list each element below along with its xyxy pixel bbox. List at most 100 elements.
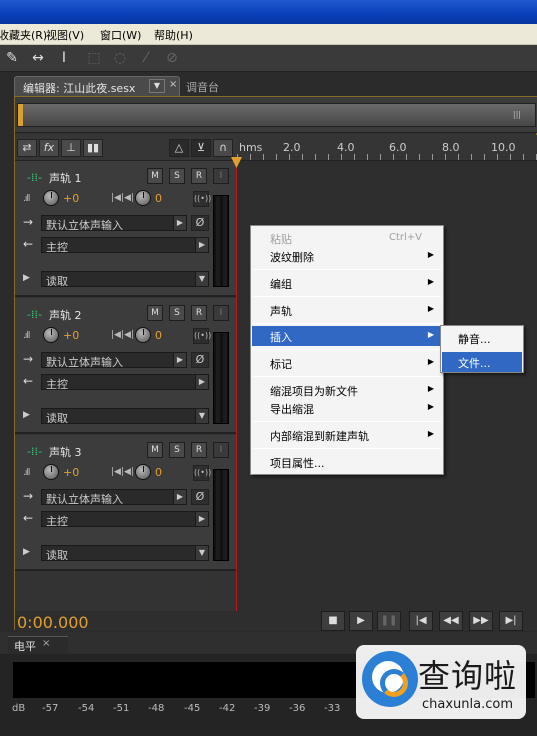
pan-knob[interactable] xyxy=(135,464,151,480)
tab-dropdown-icon[interactable]: ▼ xyxy=(149,79,165,93)
input-expand-icon[interactable]: ▶ xyxy=(173,352,187,368)
go-to-start-icon[interactable]: |◀ xyxy=(409,611,433,631)
automation-mode-select[interactable]: 读取 xyxy=(41,545,209,561)
time-selection-tool-icon[interactable]: I xyxy=(54,49,74,67)
menu-favorites[interactable]: 收藏夹(R) xyxy=(0,27,47,43)
fx-power-icon[interactable]: ((•)) xyxy=(193,465,211,481)
menu-item-mixdown-new-file[interactable]: 缩混项目为新文件 ▶ xyxy=(252,380,442,400)
volume-knob[interactable] xyxy=(43,327,59,343)
solo-button[interactable]: S xyxy=(169,168,185,184)
automation-expand-icon[interactable]: ▶ xyxy=(23,547,30,557)
spectral-pitch-icon[interactable]: ✎ xyxy=(2,49,22,67)
volume-knob[interactable] xyxy=(43,464,59,480)
volume-knob[interactable] xyxy=(43,190,59,206)
monitor-input-button[interactable]: I xyxy=(213,168,229,184)
track-name[interactable]: 声轨 3 xyxy=(49,444,82,460)
track-name[interactable]: 声轨 1 xyxy=(49,170,82,186)
fx-power-icon[interactable]: ((•)) xyxy=(193,328,211,344)
record-arm-button[interactable]: R xyxy=(191,305,207,321)
menu-item-track[interactable]: 声轨 ▶ xyxy=(252,300,442,320)
record-arm-button[interactable]: R xyxy=(191,168,207,184)
menu-item-session-properties[interactable]: 项目属性... xyxy=(252,452,442,472)
eq-icon[interactable]: ▮▮ xyxy=(83,139,103,157)
move-tool-icon[interactable]: ↔ xyxy=(28,49,48,67)
phase-invert-icon[interactable]: Ø xyxy=(191,215,209,231)
menu-item-group[interactable]: 编组 ▶ xyxy=(252,273,442,293)
menu-item-marker[interactable]: 标记 ▶ xyxy=(252,353,442,373)
output-select[interactable]: 主控 xyxy=(41,374,209,390)
navigator-handle[interactable] xyxy=(18,104,23,126)
phase-invert-icon[interactable]: Ø xyxy=(191,352,209,368)
record-arm-button[interactable]: R xyxy=(191,442,207,458)
input-select[interactable]: 默认立体声输入 xyxy=(41,215,187,231)
automation-expand-icon[interactable]: ▶ xyxy=(23,410,30,420)
pan-value[interactable]: 0 xyxy=(155,192,162,205)
menu-help[interactable]: 帮助(H) xyxy=(154,27,193,43)
output-select[interactable]: 主控 xyxy=(41,237,209,253)
output-select[interactable]: 主控 xyxy=(41,511,209,527)
tab-close-icon[interactable]: × xyxy=(169,79,177,90)
input-expand-icon[interactable]: ▶ xyxy=(173,489,187,505)
phase-invert-icon[interactable]: Ø xyxy=(191,489,209,505)
solo-button[interactable]: S xyxy=(169,305,185,321)
menu-item-insert[interactable]: 插入 ▶ xyxy=(252,326,442,346)
monitor-input-button[interactable]: I xyxy=(213,442,229,458)
tab-editor[interactable]: 编辑器: 江山此夜.sesx ▼ × xyxy=(14,76,180,96)
solo-button[interactable]: S xyxy=(169,442,185,458)
output-expand-icon[interactable]: ▶ xyxy=(195,511,209,527)
automation-dropdown-icon[interactable]: ▼ xyxy=(195,545,209,561)
snap-icon[interactable]: ⊻ xyxy=(191,139,211,157)
pan-knob[interactable] xyxy=(135,190,151,206)
inputs-outputs-icon[interactable]: ⇄ xyxy=(17,139,37,157)
headphones-icon[interactable]: ∩ xyxy=(213,139,233,157)
menu-item-bounce-to-new-track[interactable]: 内部缩混到新建声轨 ▶ xyxy=(252,425,442,445)
volume-value[interactable]: +0 xyxy=(63,329,79,342)
marquee-tool-icon[interactable]: ⬚ xyxy=(84,49,104,67)
pan-knob[interactable] xyxy=(135,327,151,343)
close-icon[interactable]: × xyxy=(42,638,50,649)
menu-view[interactable]: 视图(V) xyxy=(46,27,84,43)
automation-dropdown-icon[interactable]: ▼ xyxy=(195,271,209,287)
menu-window[interactable]: 窗口(W) xyxy=(100,27,141,43)
input-expand-icon[interactable]: ▶ xyxy=(173,215,187,231)
menu-item-ripple-delete[interactable]: 波纹删除 ▶ xyxy=(252,246,442,266)
effects-icon[interactable]: fx xyxy=(39,139,59,157)
submenu-item-silence[interactable]: 静音... xyxy=(442,328,522,348)
input-select[interactable]: 默认立体声输入 xyxy=(41,489,187,505)
tab-mixer[interactable]: 调音台 xyxy=(186,79,219,95)
lasso-tool-icon[interactable]: ◌ xyxy=(110,49,130,67)
time-ruler[interactable]: hms 2.0 4.0 6.0 8.0 10.0 xyxy=(237,135,537,161)
play-icon[interactable]: ▶ xyxy=(349,611,373,631)
rewind-icon[interactable]: ◀◀ xyxy=(439,611,463,631)
submenu-item-file[interactable]: 文件... xyxy=(442,352,522,372)
mute-button[interactable]: M xyxy=(147,305,163,321)
track-name[interactable]: 声轨 2 xyxy=(49,307,82,323)
pause-icon[interactable]: ❚❚ xyxy=(377,611,401,631)
input-select[interactable]: 默认立体声输入 xyxy=(41,352,187,368)
automation-dropdown-icon[interactable]: ▼ xyxy=(195,408,209,424)
pan-value[interactable]: 0 xyxy=(155,329,162,342)
sends-icon[interactable]: ⊥ xyxy=(61,139,81,157)
automation-mode-select[interactable]: 读取 xyxy=(41,408,209,424)
pan-value[interactable]: 0 xyxy=(155,466,162,479)
volume-value[interactable]: +0 xyxy=(63,192,79,205)
fx-power-icon[interactable]: ((•)) xyxy=(193,191,211,207)
mute-button[interactable]: M xyxy=(147,168,163,184)
go-to-end-icon[interactable]: ▶| xyxy=(499,611,523,631)
automation-expand-icon[interactable]: ▶ xyxy=(23,273,30,283)
monitor-input-button[interactable]: I xyxy=(213,305,229,321)
timecode-display[interactable]: 0:00.000 xyxy=(17,613,89,632)
navigator-strip[interactable]: ||| xyxy=(17,103,536,127)
stop-icon[interactable]: ■ xyxy=(321,611,345,631)
menu-item-export-mixdown[interactable]: 导出缩混 ▶ xyxy=(252,398,442,418)
mute-button[interactable]: M xyxy=(147,442,163,458)
volume-value[interactable]: +0 xyxy=(63,466,79,479)
menu-item-paste[interactable]: 粘贴 Ctrl+V xyxy=(252,228,442,248)
output-expand-icon[interactable]: ▶ xyxy=(195,374,209,390)
output-expand-icon[interactable]: ▶ xyxy=(195,237,209,253)
metronome-icon[interactable]: △ xyxy=(169,139,189,157)
brush-tool-icon[interactable]: ⁄ xyxy=(136,49,156,67)
zoom-navigator[interactable]: ||| xyxy=(15,97,537,133)
fast-forward-icon[interactable]: ▶▶ xyxy=(469,611,493,631)
tab-levels[interactable]: 电平 × xyxy=(8,636,68,654)
